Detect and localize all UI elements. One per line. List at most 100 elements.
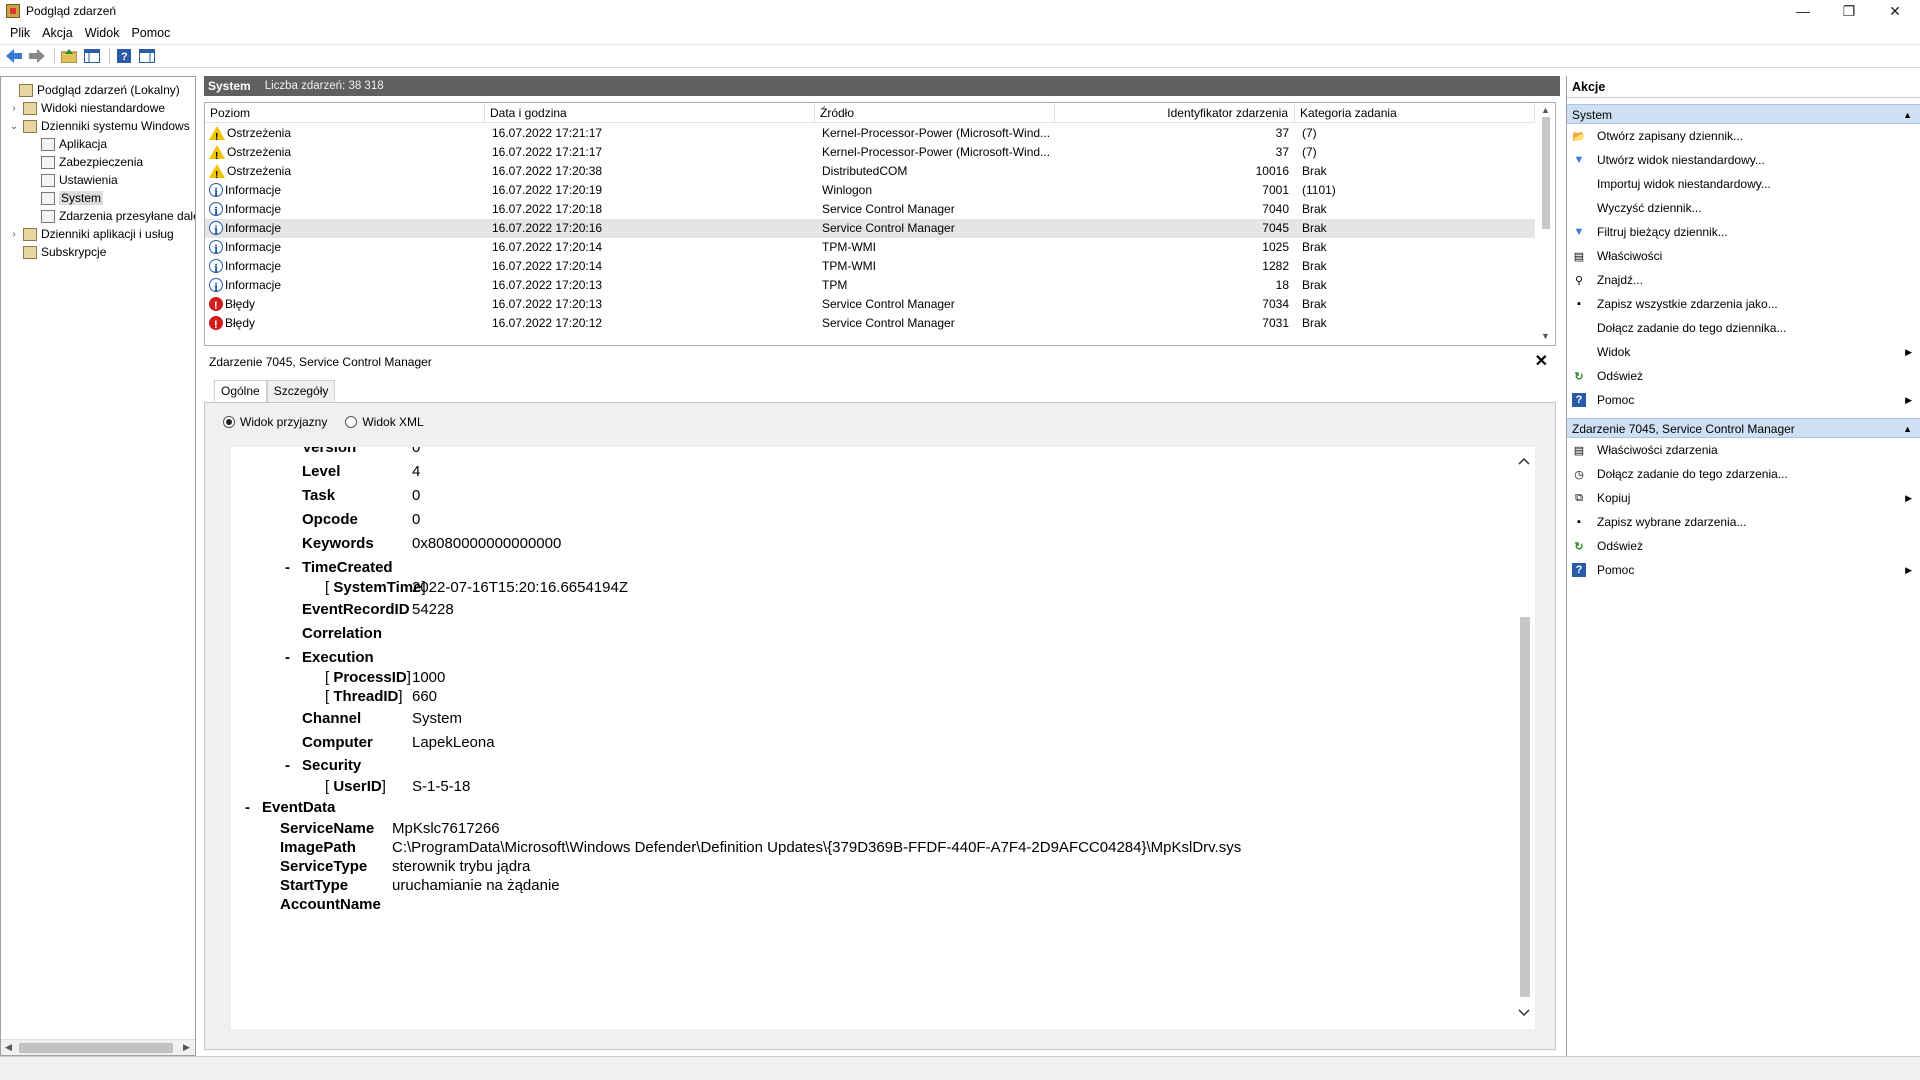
- scrollbar-thumb[interactable]: [1542, 117, 1550, 229]
- field-key: Task: [302, 487, 336, 504]
- collapse-caret-icon[interactable]: ▲: [1903, 419, 1912, 439]
- tree-item[interactable]: Zdarzenia przesyłane dalej: [27, 207, 195, 225]
- tree-item[interactable]: › Dzienniki aplikacji i usług: [9, 225, 173, 243]
- detail-close-icon[interactable]: ✕: [1535, 352, 1548, 372]
- actions-section-event[interactable]: Zdarzenie 7045, Service Control Manager …: [1567, 418, 1920, 438]
- event-row[interactable]: Ostrzeżenia 16.07.2022 17:21:17 Kernel-Pro…: [205, 124, 1535, 143]
- event-row[interactable]: Informacje 16.07.2022 17:20:16 Service Con…: [205, 219, 1535, 238]
- action-item[interactable]: ▤ Właściwości: [1567, 244, 1920, 268]
- event-id-cell: 37: [1055, 124, 1289, 143]
- menu-file[interactable]: Plik: [4, 26, 36, 40]
- events-vertical-scrollbar[interactable]: ▲ ▼: [1537, 103, 1555, 345]
- action-item[interactable]: ▼ Filtruj bieżący dziennik...: [1567, 220, 1920, 244]
- scroll-right-icon[interactable]: ▶: [183, 1042, 190, 1053]
- event-row[interactable]: Informacje 16.07.2022 17:20:18 Service Con…: [205, 200, 1535, 219]
- show-hide-action-pane-icon[interactable]: [137, 47, 157, 65]
- tree-item[interactable]: Subskrypcje: [9, 243, 106, 261]
- action-item[interactable]: Wyczyść dziennik...: [1567, 196, 1920, 220]
- tab-general[interactable]: Ogólne: [214, 380, 267, 402]
- forward-arrow-icon[interactable]: [27, 47, 47, 65]
- category-cell-text: Brak: [1302, 259, 1327, 273]
- action-item[interactable]: ▪ Zapisz wybrane zdarzenia...: [1567, 510, 1920, 534]
- action-item[interactable]: ? Pomoc ▶: [1567, 388, 1920, 412]
- friendly-view-radio[interactable]: [223, 416, 235, 428]
- action-item[interactable]: 📂 Otwórz zapisany dziennik...: [1567, 124, 1920, 148]
- tree-item[interactable]: ⌄ Dzienniki systemu Windows: [9, 117, 190, 135]
- action-item[interactable]: ↻ Odśwież: [1567, 364, 1920, 388]
- back-arrow-icon[interactable]: [4, 47, 24, 65]
- field-value: 2022-07-16T15:20:16.6654194Z: [412, 579, 629, 596]
- action-item[interactable]: ◷ Dołącz zadanie do tego zdarzenia...: [1567, 462, 1920, 486]
- event-row[interactable]: Błędy 16.07.2022 17:20:12 Service Control …: [205, 314, 1535, 333]
- action-item[interactable]: ? Pomoc ▶: [1567, 558, 1920, 582]
- action-item[interactable]: ⧉ Kopiuj ▶: [1567, 486, 1920, 510]
- xml-view-label[interactable]: Widok XML: [362, 415, 423, 429]
- column-date[interactable]: Data i godzina: [485, 103, 815, 123]
- tree-item[interactable]: Zabezpieczenia: [27, 153, 143, 171]
- show-hide-tree-icon[interactable]: [82, 47, 102, 65]
- action-item[interactable]: ⚲ Znajdź...: [1567, 268, 1920, 292]
- action-label: Zapisz wszystkie zdarzenia jako...: [1597, 297, 1778, 311]
- column-task-category[interactable]: Kategoria zadania: [1295, 103, 1535, 123]
- scrollbar-thumb[interactable]: [19, 1043, 173, 1053]
- column-event-id[interactable]: Identyfikator zdarzenia: [1055, 103, 1295, 123]
- folder-up-icon[interactable]: [59, 47, 79, 65]
- level-cell-text: Ostrzeżenia: [227, 164, 292, 178]
- tab-details[interactable]: Szczegóły: [266, 380, 336, 402]
- tree-item[interactable]: Ustawienia: [27, 171, 118, 189]
- tree-item[interactable]: Aplikacja: [27, 135, 107, 153]
- event-detail-body: Widok przyjazny Widok XML Version 0 Leve…: [204, 402, 1556, 1050]
- scroll-up-icon[interactable]: ▲: [1541, 105, 1550, 115]
- actions-section-system[interactable]: System ▲: [1567, 104, 1920, 124]
- tree-horizontal-scrollbar[interactable]: ◀ ▶: [1, 1039, 195, 1055]
- event-id-cell-text: 7045: [1262, 221, 1289, 235]
- menu-action[interactable]: Akcja: [36, 26, 79, 40]
- scroll-left-icon[interactable]: ◀: [5, 1042, 12, 1053]
- xml-view-radio[interactable]: [345, 416, 358, 428]
- expand-chevron-icon[interactable]: ⌄: [9, 121, 19, 132]
- event-row[interactable]: Informacje 16.07.2022 17:20:14 TPM-WMI 1025…: [205, 238, 1535, 257]
- column-level[interactable]: Poziom: [205, 103, 485, 123]
- action-item[interactable]: ▤ Właściwości zdarzenia: [1567, 438, 1920, 462]
- action-item[interactable]: ▼ Utwórz widok niestandardowy...: [1567, 148, 1920, 172]
- menu-help[interactable]: Pomoc: [125, 26, 176, 40]
- collapse-caret-icon[interactable]: ▲: [1903, 105, 1912, 125]
- collapse-toggle[interactable]: -: [285, 559, 290, 576]
- column-source[interactable]: Źródło: [815, 103, 1055, 123]
- detail-vertical-scrollbar[interactable]: [1513, 447, 1535, 1029]
- help-icon[interactable]: ?: [114, 47, 134, 65]
- menu-view[interactable]: Widok: [79, 26, 126, 40]
- event-row[interactable]: Ostrzeżenia 16.07.2022 17:20:38 Distribute…: [205, 162, 1535, 181]
- event-id-cell: 7045: [1055, 219, 1289, 238]
- event-row[interactable]: Błędy 16.07.2022 17:20:13 Service Control …: [205, 295, 1535, 314]
- tree-item[interactable]: Podgląd zdarzeń (Lokalny): [5, 81, 180, 99]
- event-row[interactable]: Informacje 16.07.2022 17:20:14 TPM-WMI 1282…: [205, 257, 1535, 276]
- action-item[interactable]: Dołącz zadanie do tego dziennika...: [1567, 316, 1920, 340]
- action-item[interactable]: Importuj widok niestandardowy...: [1567, 172, 1920, 196]
- event-row[interactable]: Ostrzeżenia 16.07.2022 17:21:17 Kernel-Pro…: [205, 143, 1535, 162]
- scroll-down-icon[interactable]: ▼: [1541, 331, 1550, 341]
- toolbar: ?: [0, 44, 1920, 68]
- collapse-toggle[interactable]: -: [285, 757, 290, 774]
- action-item[interactable]: Widok ▶: [1567, 340, 1920, 364]
- close-button[interactable]: ✕: [1872, 0, 1918, 22]
- event-row[interactable]: Informacje 16.07.2022 17:20:13 TPM 18 Brak: [205, 276, 1535, 295]
- expand-chevron-icon[interactable]: ›: [9, 229, 19, 240]
- tree-item[interactable]: System: [27, 189, 104, 207]
- scrollbar-thumb[interactable]: [1520, 617, 1530, 997]
- scroll-down-icon[interactable]: [1518, 1009, 1530, 1017]
- collapse-toggle[interactable]: -: [285, 649, 290, 666]
- scroll-up-icon[interactable]: [1518, 457, 1530, 465]
- friendly-view-label[interactable]: Widok przyjazny: [240, 415, 327, 429]
- collapse-toggle[interactable]: -: [245, 799, 250, 816]
- date-cell-text: 16.07.2022 17:21:17: [492, 126, 603, 140]
- action-item[interactable]: ↻ Odśwież: [1567, 534, 1920, 558]
- restore-button[interactable]: ❐: [1826, 0, 1872, 22]
- action-item[interactable]: ▪ Zapisz wszystkie zdarzenia jako...: [1567, 292, 1920, 316]
- expand-chevron-icon[interactable]: ›: [9, 103, 19, 114]
- tree-item[interactable]: › Widoki niestandardowe: [9, 99, 165, 117]
- minimize-button[interactable]: —: [1780, 0, 1826, 22]
- event-row[interactable]: Informacje 16.07.2022 17:20:19 Winlogon 700…: [205, 181, 1535, 200]
- log-name: System: [208, 79, 251, 93]
- level-cell: Informacje: [209, 200, 479, 219]
